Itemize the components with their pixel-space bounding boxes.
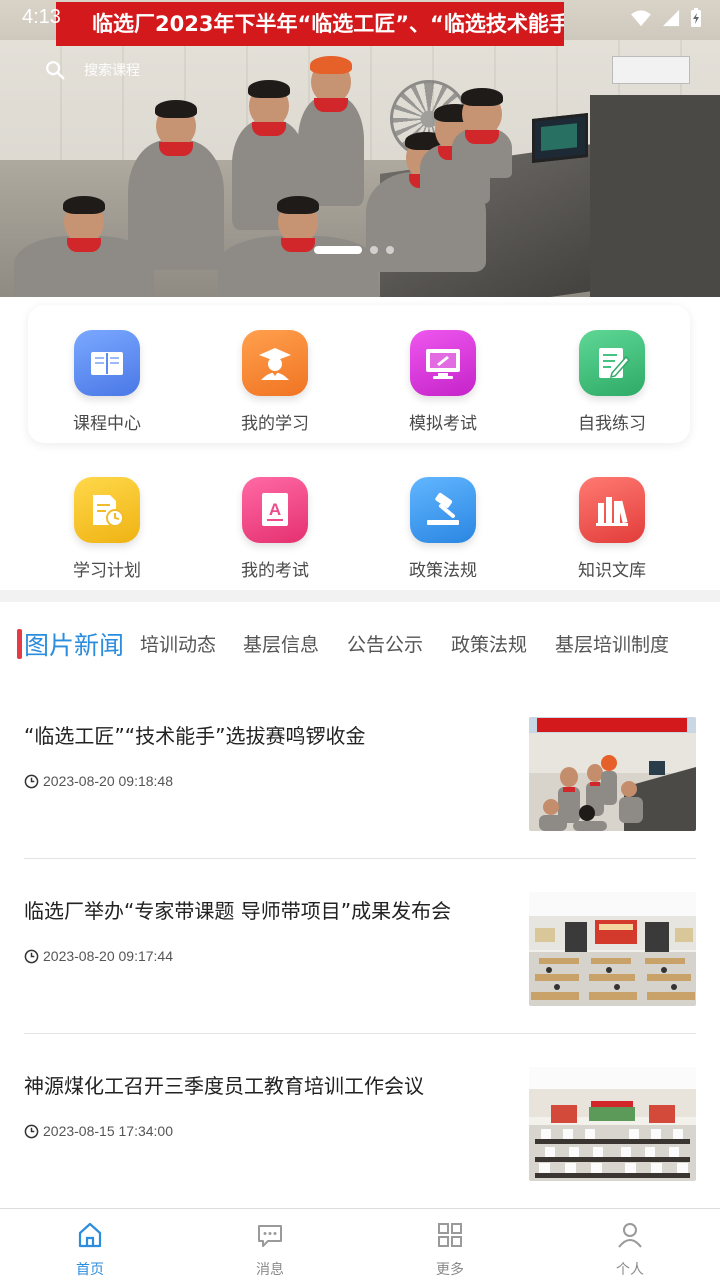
status-time: 4:13 <box>22 6 61 28</box>
grid-item-label: 课程中心 <box>73 414 141 434</box>
grid-item-study-plan[interactable]: 学习计划 <box>37 477 177 581</box>
tab-policies[interactable]: 政策法规 <box>451 630 527 657</box>
clock-icon <box>24 949 39 963</box>
tab-announcements[interactable]: 公告公示 <box>347 630 423 657</box>
nav-label: 消息 <box>256 1262 284 1278</box>
clock-icon <box>24 774 39 788</box>
banner-person <box>14 196 154 297</box>
nav-messages[interactable]: 消息 <box>230 1221 310 1279</box>
edit-note-icon <box>579 330 645 396</box>
news-title: 临选厂举办“专家带课题 导师带项目”成果发布会 <box>24 899 452 923</box>
status-bar: 4:13 <box>0 0 720 36</box>
clock-icon <box>24 1124 39 1138</box>
grid-item-library[interactable]: 知识文库 <box>542 477 682 581</box>
grid-item-label: 自我练习 <box>578 414 646 434</box>
grid-item-course-center[interactable]: 课程中心 <box>37 330 177 434</box>
grid-item-label: 我的考试 <box>241 561 309 581</box>
grid-item-my-exam[interactable]: A 我的考试 <box>205 477 345 581</box>
carousel-dot[interactable] <box>314 246 362 254</box>
tab-photo-news[interactable]: 图片新闻 <box>24 626 124 662</box>
signal-icon <box>662 9 680 27</box>
search-placeholder: 搜索课程 <box>84 63 140 79</box>
nav-label: 首页 <box>76 1262 104 1278</box>
function-grid-row-2: 学习计划 A 我的考试 政策法规 知识文库 <box>0 477 720 597</box>
nav-home[interactable]: 首页 <box>50 1221 130 1279</box>
grid-item-self-practice[interactable]: 自我练习 <box>542 330 682 434</box>
banner-monitor <box>532 113 588 163</box>
news-time: 2023-08-15 17:34:00 <box>43 1123 173 1139</box>
carousel-indicator <box>314 246 394 254</box>
grid-item-label: 我的学习 <box>241 414 309 434</box>
wifi-icon <box>631 10 651 27</box>
home-icon <box>78 1222 102 1248</box>
news-item[interactable]: 临选厂举办“专家带课题 导师带项目”成果发布会 2023-08-20 09:17… <box>24 892 696 1067</box>
graduate-icon <box>242 330 308 396</box>
search-bar[interactable]: 搜索课程 <box>32 52 362 88</box>
tab-training-news[interactable]: 培训动态 <box>140 630 216 657</box>
news-time: 2023-08-20 09:18:48 <box>43 773 173 789</box>
banner-cabinet <box>590 95 720 297</box>
search-icon <box>46 61 65 80</box>
gavel-icon <box>410 477 476 543</box>
banner-carousel[interactable]: 临选厂2023年下半年“临选工匠”、“临选技术能手”选拔赛 搜索课程 <box>0 0 720 297</box>
svg-text:A: A <box>269 500 281 519</box>
news-title: “临选工匠”“技术能手”选拔赛鸣锣收金 <box>24 724 366 748</box>
tab-training-rules[interactable]: 基层培训制度 <box>555 630 669 657</box>
banner-aircon <box>612 56 690 84</box>
news-divider <box>24 858 696 859</box>
monitor-icon <box>410 330 476 396</box>
banner-person <box>298 56 364 206</box>
tab-indicator <box>17 629 22 659</box>
news-meta: 2023-08-15 17:34:00 <box>24 1123 173 1139</box>
news-divider <box>24 1033 696 1034</box>
nav-label: 更多 <box>436 1262 464 1278</box>
bottom-nav: 首页 消息 更多 个人 <box>0 1208 720 1280</box>
exam-paper-icon: A <box>242 477 308 543</box>
news-time: 2023-08-20 09:17:44 <box>43 948 173 964</box>
function-grid-row-1: 课程中心 我的学习 模拟考试 自我练习 <box>0 330 720 450</box>
user-icon <box>618 1223 642 1248</box>
carousel-dot[interactable] <box>370 246 378 254</box>
nav-profile[interactable]: 个人 <box>590 1221 670 1279</box>
banner-person <box>452 88 512 178</box>
news-meta: 2023-08-20 09:17:44 <box>24 948 173 964</box>
grid-item-label: 知识文库 <box>578 561 646 581</box>
grid-item-label: 学习计划 <box>73 561 141 581</box>
grid-item-label: 政策法规 <box>409 561 477 581</box>
news-thumbnail <box>529 717 696 831</box>
section-separator <box>0 590 720 602</box>
battery-icon <box>691 8 701 27</box>
tab-grassroots-info[interactable]: 基层信息 <box>243 630 319 657</box>
grid-icon <box>438 1223 462 1247</box>
news-title: 神源煤化工召开三季度员工教育培训工作会议 <box>24 1074 424 1098</box>
nav-more[interactable]: 更多 <box>410 1221 490 1279</box>
news-meta: 2023-08-20 09:18:48 <box>24 773 173 789</box>
grid-item-my-study[interactable]: 我的学习 <box>205 330 345 434</box>
book-icon <box>74 330 140 396</box>
news-item[interactable]: “临选工匠”“技术能手”选拔赛鸣锣收金 2023-08-20 09:18:48 <box>24 717 696 892</box>
news-tabs: 图片新闻 培训动态 基层信息 公告公示 政策法规 基层培训制度 <box>0 620 720 666</box>
nav-label: 个人 <box>616 1262 644 1278</box>
message-icon <box>258 1225 282 1247</box>
news-thumbnail <box>529 1067 696 1181</box>
carousel-dot[interactable] <box>386 246 394 254</box>
plan-icon <box>74 477 140 543</box>
grid-item-label: 模拟考试 <box>409 414 477 434</box>
news-thumbnail <box>529 892 696 1006</box>
library-icon <box>579 477 645 543</box>
grid-item-mock-exam[interactable]: 模拟考试 <box>373 330 513 434</box>
grid-item-policy[interactable]: 政策法规 <box>373 477 513 581</box>
